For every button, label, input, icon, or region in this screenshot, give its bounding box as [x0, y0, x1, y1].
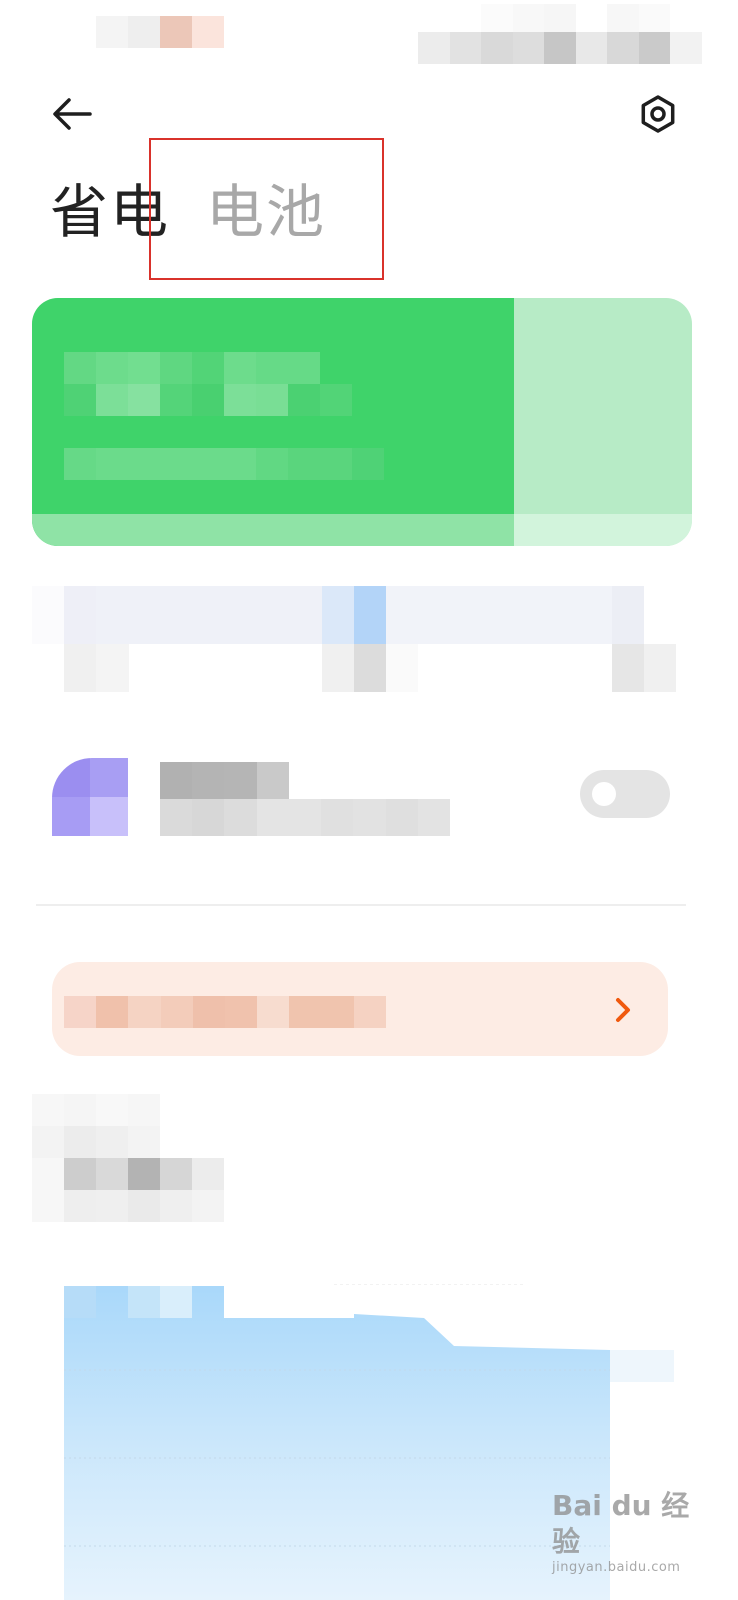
power-saving-label [160, 762, 450, 836]
tip-banner[interactable] [52, 962, 668, 1056]
arrow-left-icon [53, 98, 92, 130]
tab-battery[interactable]: 电池 [206, 172, 326, 252]
battery-status-card[interactable] [32, 298, 692, 546]
battery-settings-screen: 省电 电池 Bai du 经验 jingyan.baidu.com [0, 0, 738, 1600]
power-saving-toggle[interactable] [580, 770, 670, 818]
watermark-logo-text: Bai du 经验 [552, 1489, 690, 1558]
status-bar-icons [418, 4, 702, 64]
card-strip [32, 514, 514, 546]
tip-text [64, 996, 418, 1028]
settings-button[interactable] [636, 92, 680, 136]
chevron-right-icon [608, 992, 638, 1028]
baidu-jingyan-watermark: Bai du 经验 jingyan.baidu.com [552, 1488, 692, 1575]
status-bar-time [96, 16, 224, 48]
watermark-url: jingyan.baidu.com [552, 1560, 681, 1575]
battery-usage-section-title [32, 1094, 224, 1222]
toggle-knob [592, 782, 616, 806]
divider [36, 904, 686, 906]
battery-info-text [64, 352, 386, 482]
power-saving-row [52, 758, 670, 838]
power-mode-selector[interactable] [32, 586, 676, 692]
card-strip-right [514, 514, 692, 546]
power-saving-icon [52, 758, 128, 836]
gear-icon [641, 95, 675, 133]
usage-area [64, 1286, 610, 1600]
tab-bar: 省电 电池 [50, 172, 326, 252]
tab-power-saving[interactable]: 省电 [50, 172, 170, 252]
back-button[interactable] [48, 94, 96, 134]
